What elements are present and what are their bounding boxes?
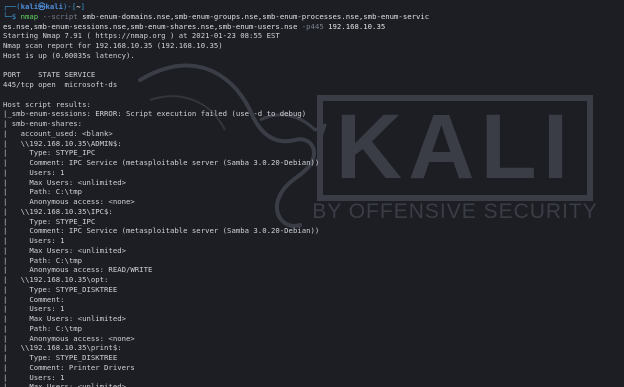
output-line: | Max Users: <unlimited> — [3, 177, 127, 187]
output-line: | smb-enum-shares: — [3, 119, 83, 128]
output-line: Starting Nmap 7.91 ( https://nmap.org ) … — [3, 31, 280, 41]
command-flag-script: --script — [42, 11, 78, 21]
output-line: Host is up (0.00035s latency). — [3, 50, 135, 60]
output-line: Nmap scan report for 192.168.10.35 (192.… — [3, 41, 223, 50]
command-name: nmap — [20, 11, 39, 21]
output-line: | Type: STYPE_IPC — [3, 216, 96, 226]
output-line: | Max Users: <unlimited> — [3, 382, 127, 387]
command-line-continued: es.nse,smb-enum-sessions.nse,smb-enum-sh… — [3, 22, 621, 32]
command-flag-port: -p445 — [301, 21, 324, 31]
output-line: | \\192.168.10.35\opt: — [3, 275, 109, 284]
prompt-close: )-[ — [63, 2, 77, 11]
output-line: | Users: 1 — [3, 236, 65, 245]
output-line: | Comment: IPC Service (metasploitable s… — [3, 158, 320, 167]
nmap-output: Starting Nmap 7.91 ( https://nmap.org ) … — [3, 31, 621, 387]
terminal-window[interactable]: KALI BY OFFENSIVE SECURITY ┌──(kali㉿kali… — [0, 0, 624, 387]
output-line: | Max Users: <unlimited> — [3, 314, 127, 323]
prompt-line: ┌──(kali㉿kali)-[~] — [3, 2, 621, 12]
output-line: | Type: STYPE_IPC — [3, 148, 96, 158]
output-line: 445/tcp open microsoft-ds — [3, 80, 118, 89]
prompt-end: ] — [80, 2, 86, 11]
output-line: | Comment: — [3, 294, 65, 304]
prompt-user-host: kali㉿kali — [20, 2, 64, 11]
output-line: | Type: STYPE_DISKTREE — [3, 353, 118, 362]
output-line: | Comment: IPC Service (metasploitable s… — [3, 226, 320, 236]
output-line: | Users: 1 — [3, 372, 65, 382]
output-line: | Users: 1 — [3, 304, 65, 314]
command-target: 192.168.10.35 — [328, 21, 386, 31]
prompt-arrow: └─$ — [3, 11, 21, 21]
output-line: | Max Users: <unlimited> — [3, 245, 127, 255]
terminal-output: ┌──(kali㉿kali)-[~] └─$ nmap --script smb… — [3, 2, 621, 387]
output-line: | Anonymous access: READ/WRITE — [3, 265, 153, 275]
output-line: | account_used: <blank> — [3, 128, 113, 138]
prompt-open: ┌──( — [3, 2, 21, 11]
output-line: | Path: C:\tmp — [3, 323, 83, 333]
output-line: | Path: C:\tmp — [3, 187, 83, 197]
output-line: | Anonymous access: <none> — [3, 333, 135, 343]
output-line: Host script results: — [3, 99, 91, 109]
output-line: | Path: C:\tmp — [3, 255, 83, 265]
output-line: | Type: STYPE_DISKTREE — [3, 284, 118, 294]
output-line: | Users: 1 — [3, 167, 65, 177]
output-line: |_smb-enum-sessions: ERROR: Script execu… — [3, 109, 307, 119]
output-line: PORT STATE SERVICE — [3, 70, 96, 80]
command-scripts-part1: smb-enum-domains.nse,smb-enum-groups.nse… — [82, 11, 430, 21]
output-line: | Comment: Printer Drivers — [3, 362, 135, 372]
output-line: | Anonymous access: <none> — [3, 197, 135, 206]
command-scripts-part2: es.nse,smb-enum-sessions.nse,smb-enum-sh… — [3, 21, 298, 31]
command-line: └─$ nmap --script smb-enum-domains.nse,s… — [3, 12, 621, 22]
output-line: | \\192.168.10.35\IPC$: — [3, 206, 113, 216]
output-line: | \\192.168.10.35\print$: — [3, 343, 122, 353]
output-line: | \\192.168.10.35\ADMIN$: — [3, 138, 122, 148]
